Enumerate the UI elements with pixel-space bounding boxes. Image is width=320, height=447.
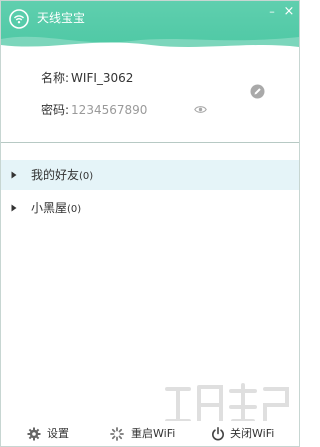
power-icon [212,427,224,441]
wifi-logo-icon [9,9,29,29]
minimize-button[interactable]: – [265,5,279,19]
gear-icon [27,427,41,441]
settings-label: 设置 [47,427,69,440]
spinner-icon [110,427,124,441]
footer-toolbar: 设置 重启WiFi 关闭WiFi [1,421,299,446]
wifi-info-panel [1,56,299,142]
app-title: 天线宝宝 [37,11,86,25]
wifi-name-value[interactable]: WIFI_3062 [71,71,133,85]
wifi-name-row: 名称: WIFI_3062 [41,70,133,86]
group-count: (0) [79,171,94,182]
minimize-icon: – [269,5,275,18]
close-wifi-label: 关闭WiFi [230,427,275,440]
close-wifi-button[interactable]: 关闭WiFi [211,421,289,446]
group-blacklist[interactable]: 小黑屋(0) [1,193,299,223]
restart-wifi-label: 重启WiFi [131,427,176,440]
group-my-friends[interactable]: 我的好友(0) [1,160,299,190]
settings-button[interactable]: 设置 [27,421,77,446]
wifi-password-row: 密码: 1234567890 [41,102,147,118]
spacer [1,143,299,160]
group-label: 小黑屋(0) [31,201,82,215]
wifi-password-label: 密码: [41,103,70,117]
wifi-password-value[interactable]: 1234567890 [71,103,147,117]
title-bar[interactable]: 天线宝宝 – × [1,1,299,56]
chevron-right-icon [11,171,17,179]
chevron-right-icon [11,204,17,212]
restart-wifi-button[interactable]: 重启WiFi [110,421,186,446]
wifi-name-label: 名称: [41,71,70,85]
app-window: 天线宝宝 – × 名称: WIFI_3062 密码: 1234567890 我的好友… [0,0,300,447]
close-icon: × [283,4,295,19]
close-button[interactable]: × [282,5,296,19]
group-label: 我的好友(0) [31,168,94,182]
edit-icon[interactable] [250,84,265,99]
group-count: (0) [67,204,82,215]
eye-icon[interactable] [194,105,207,114]
